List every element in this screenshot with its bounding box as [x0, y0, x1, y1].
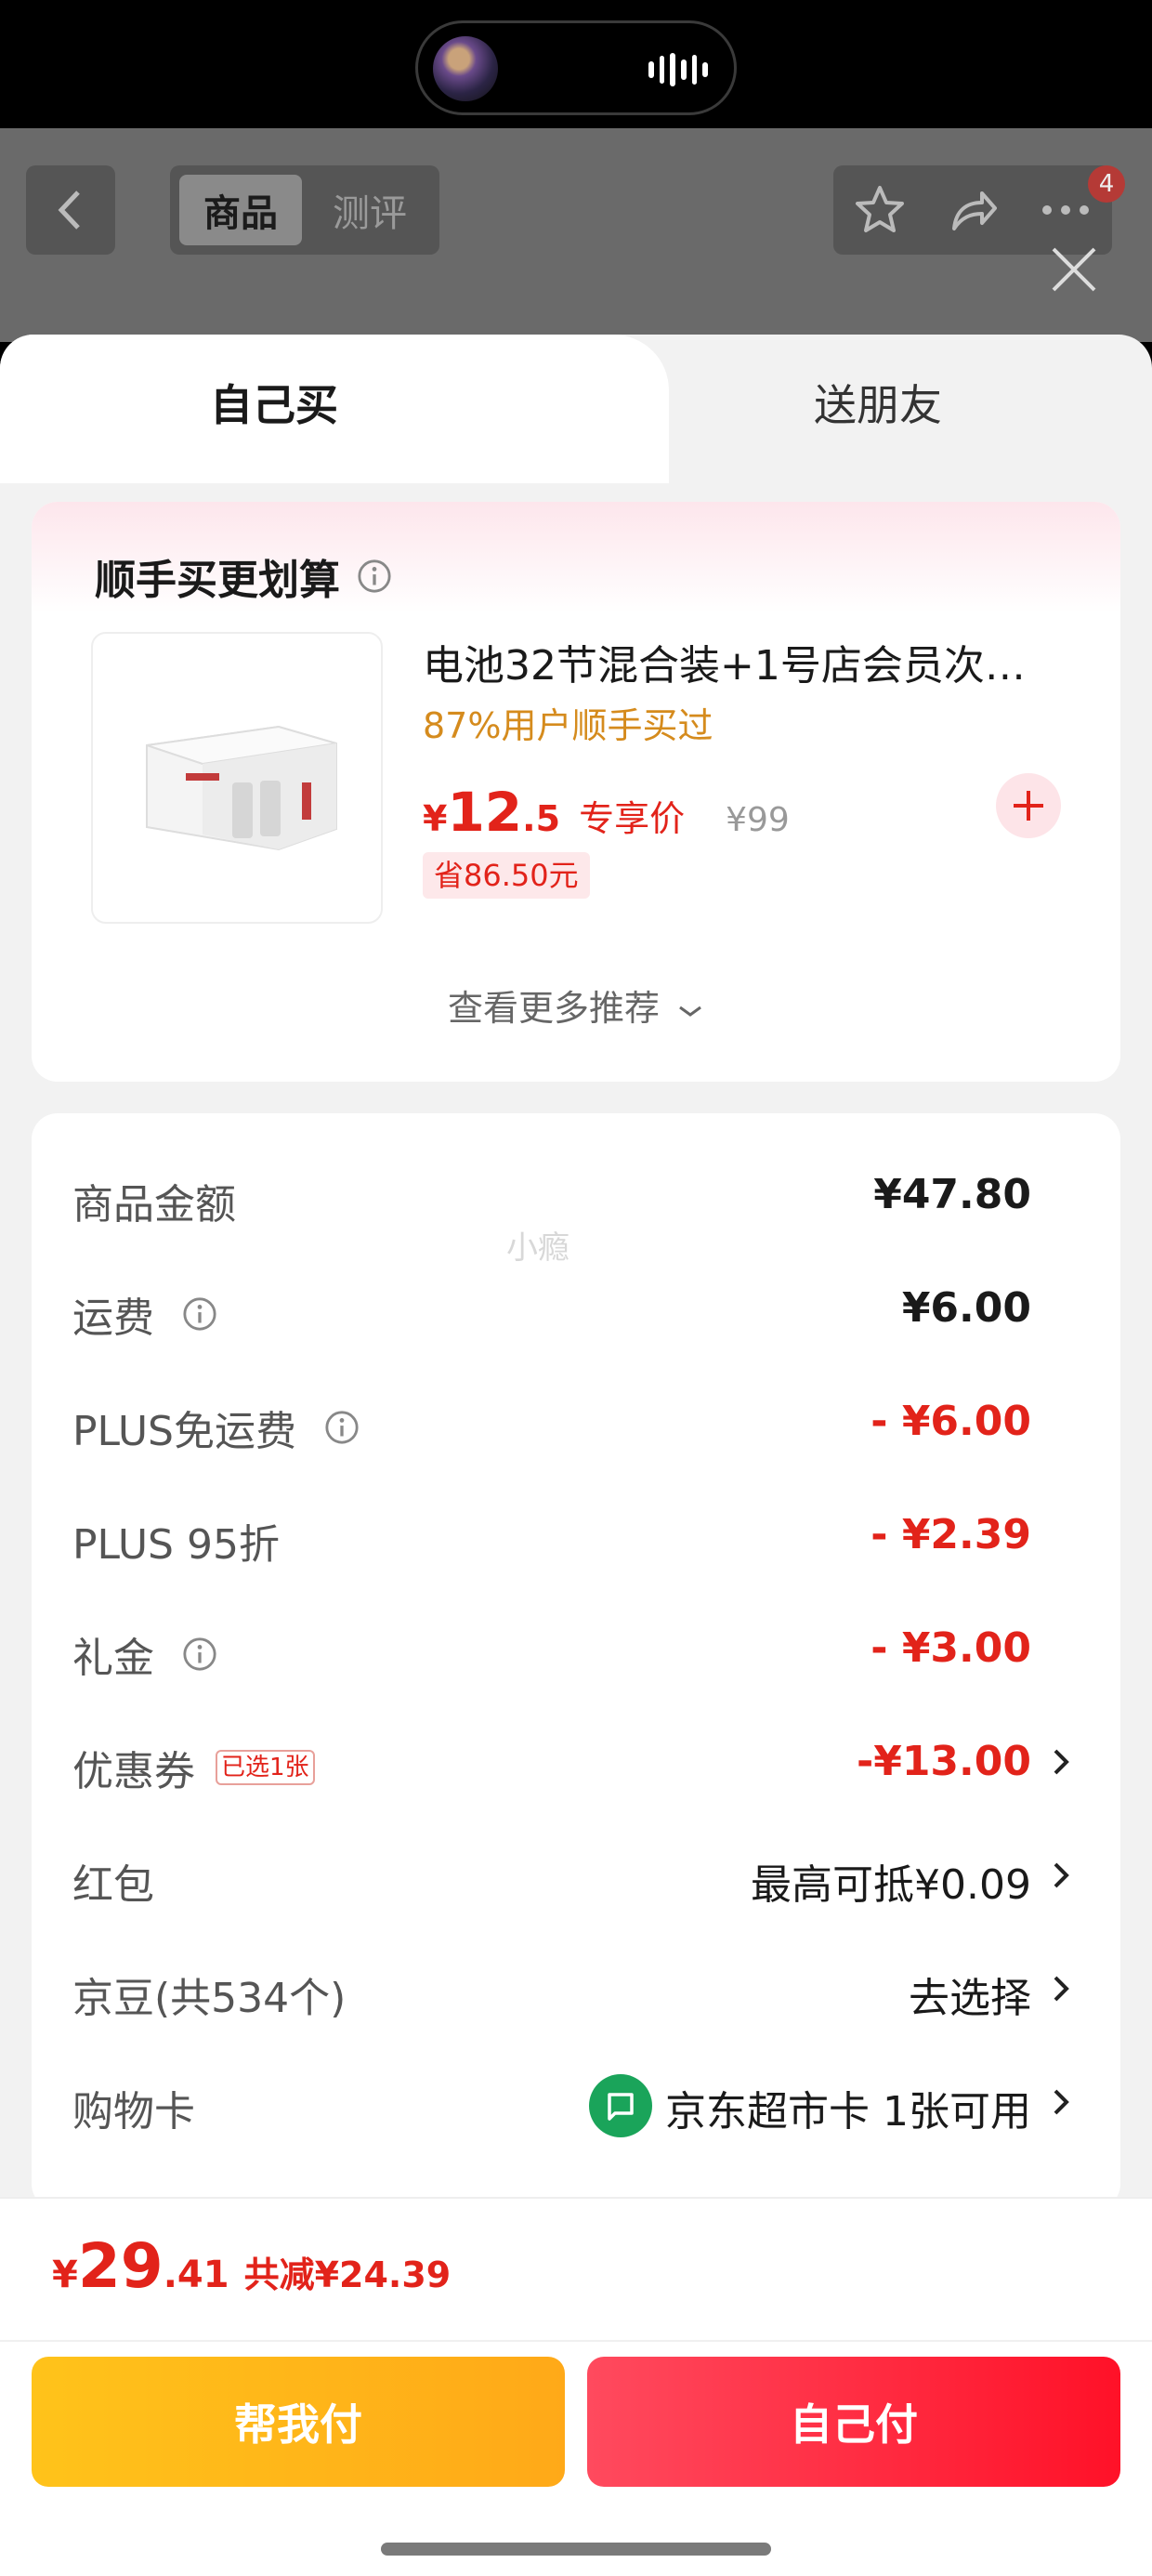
info-icon[interactable] — [357, 559, 392, 594]
total-decimal: .41 — [163, 2254, 229, 2296]
more-recommendations-link[interactable]: 查看更多推荐 — [0, 979, 1152, 1031]
price-integer: 12 — [447, 781, 523, 844]
row-red-packet-label[interactable]: 红包 — [72, 1851, 154, 1911]
row-goods-amount-label: 商品金额 — [72, 1171, 236, 1230]
chevron-right-icon[interactable] — [1048, 1970, 1076, 2007]
total-price: ¥ 29 .41 共减¥24.39 — [52, 2230, 451, 2302]
info-icon[interactable] — [324, 1410, 360, 1445]
row-plus-free-shipping-value: - ¥6.00 — [871, 1398, 1031, 1445]
product-image[interactable] — [91, 632, 383, 924]
chevron-right-icon[interactable] — [1048, 1743, 1076, 1781]
plus-icon — [1014, 791, 1043, 821]
share-button[interactable] — [926, 165, 1019, 255]
notification-badge: 4 — [1088, 165, 1125, 203]
row-label-text: 运费 — [72, 1295, 154, 1342]
row-label-text: 红包 — [72, 1861, 154, 1909]
watermark: 小瘾 — [506, 1229, 569, 1267]
card-flag-icon — [608, 2093, 634, 2121]
chevron-down-icon — [679, 1005, 701, 1017]
chevron-right-icon[interactable] — [1048, 2083, 1076, 2121]
back-button[interactable] — [26, 165, 115, 255]
row-label-text: 优惠券 — [72, 1748, 195, 1795]
tab-product[interactable]: 商品 — [179, 175, 302, 245]
pay-myself-button[interactable]: 自己付 — [587, 2357, 1120, 2487]
row-plus-free-shipping-label: PLUS免运费 — [72, 1398, 360, 1457]
row-plus-discount-value: - ¥2.39 — [871, 1511, 1031, 1558]
share-icon — [952, 191, 997, 230]
tab-gift-friend[interactable]: 送朋友 — [669, 372, 1087, 433]
row-jingdou-label[interactable]: 京豆(共534个) — [72, 1965, 346, 2024]
close-icon[interactable] — [1044, 240, 1104, 299]
row-jingdou-value[interactable]: 去选择 — [909, 1965, 1031, 2024]
album-art-icon — [433, 36, 498, 101]
recommend-title-text: 顺手买更划算 — [95, 557, 340, 604]
total-currency: ¥ — [52, 2254, 78, 2296]
row-shopping-card-value[interactable]: 京东超市卡 1张可用 — [665, 2078, 1031, 2137]
row-plus-discount-label: PLUS 95折 — [72, 1511, 280, 1571]
tab-review[interactable]: 测评 — [309, 175, 430, 245]
divider — [0, 2340, 1152, 2342]
row-label-text: 礼金 — [72, 1635, 154, 1682]
row-goods-amount-value: ¥47.80 — [873, 1171, 1031, 1218]
chevron-left-icon — [58, 191, 80, 230]
save-badge: 省86.50元 — [423, 852, 590, 899]
total-savings: 共减¥24.39 — [243, 2254, 452, 2295]
product-price: ¥ 12 .5 专享价 ¥99 — [423, 781, 790, 844]
row-shipping-label: 运费 — [72, 1284, 217, 1344]
row-label-text: 京豆(共534个) — [72, 1975, 347, 2022]
home-indicator[interactable] — [381, 2543, 771, 2556]
product-title[interactable]: 电池32节混合装+1号店会员次… — [423, 632, 1064, 691]
coupon-selected-badge: 已选1张 — [216, 1750, 315, 1785]
divider — [0, 2197, 1152, 2199]
more-recommendations-label: 查看更多推荐 — [447, 988, 660, 1029]
price-decimal: .5 — [522, 798, 561, 839]
info-icon[interactable] — [182, 1636, 217, 1672]
more-icon — [1042, 205, 1089, 215]
row-coupon-label[interactable]: 优惠券 已选1张 — [72, 1738, 315, 1797]
row-label-text: PLUS 95折 — [72, 1521, 280, 1569]
info-icon[interactable] — [182, 1296, 217, 1332]
original-price: ¥99 — [726, 801, 790, 839]
recommend-title: 顺手买更划算 — [95, 546, 392, 606]
supermarket-card-icon — [589, 2074, 653, 2137]
battery-box-image — [146, 725, 337, 851]
dynamic-island[interactable] — [415, 20, 737, 115]
row-shopping-card-label[interactable]: 购物卡 — [72, 2078, 195, 2137]
chevron-right-icon[interactable] — [1048, 1857, 1076, 1894]
row-gift-money-value: - ¥3.00 — [871, 1624, 1031, 1672]
add-to-order-button[interactable] — [996, 773, 1061, 838]
help-me-pay-button[interactable]: 帮我付 — [32, 2357, 565, 2487]
favorite-button[interactable] — [833, 165, 926, 255]
tab-self-buy[interactable]: 自己买 — [0, 372, 548, 433]
page-tabs: 商品 测评 — [170, 165, 439, 255]
row-label-text: PLUS免运费 — [72, 1408, 296, 1455]
row-label-text: 商品金额 — [72, 1181, 236, 1229]
price-currency: ¥ — [423, 798, 448, 839]
row-shipping-value: ¥6.00 — [901, 1284, 1031, 1332]
row-coupon-value[interactable]: -¥13.00 — [857, 1738, 1031, 1785]
audio-wave-icon — [648, 53, 709, 86]
row-gift-money-label: 礼金 — [72, 1624, 217, 1684]
row-red-packet-value[interactable]: 最高可抵¥0.09 — [751, 1851, 1031, 1911]
product-social-proof: 87%用户顺手买过 — [423, 705, 713, 746]
total-integer: 29 — [77, 2230, 164, 2302]
price-tag: 专享价 — [579, 798, 686, 839]
star-icon — [856, 186, 904, 232]
row-label-text: 购物卡 — [72, 2088, 195, 2136]
